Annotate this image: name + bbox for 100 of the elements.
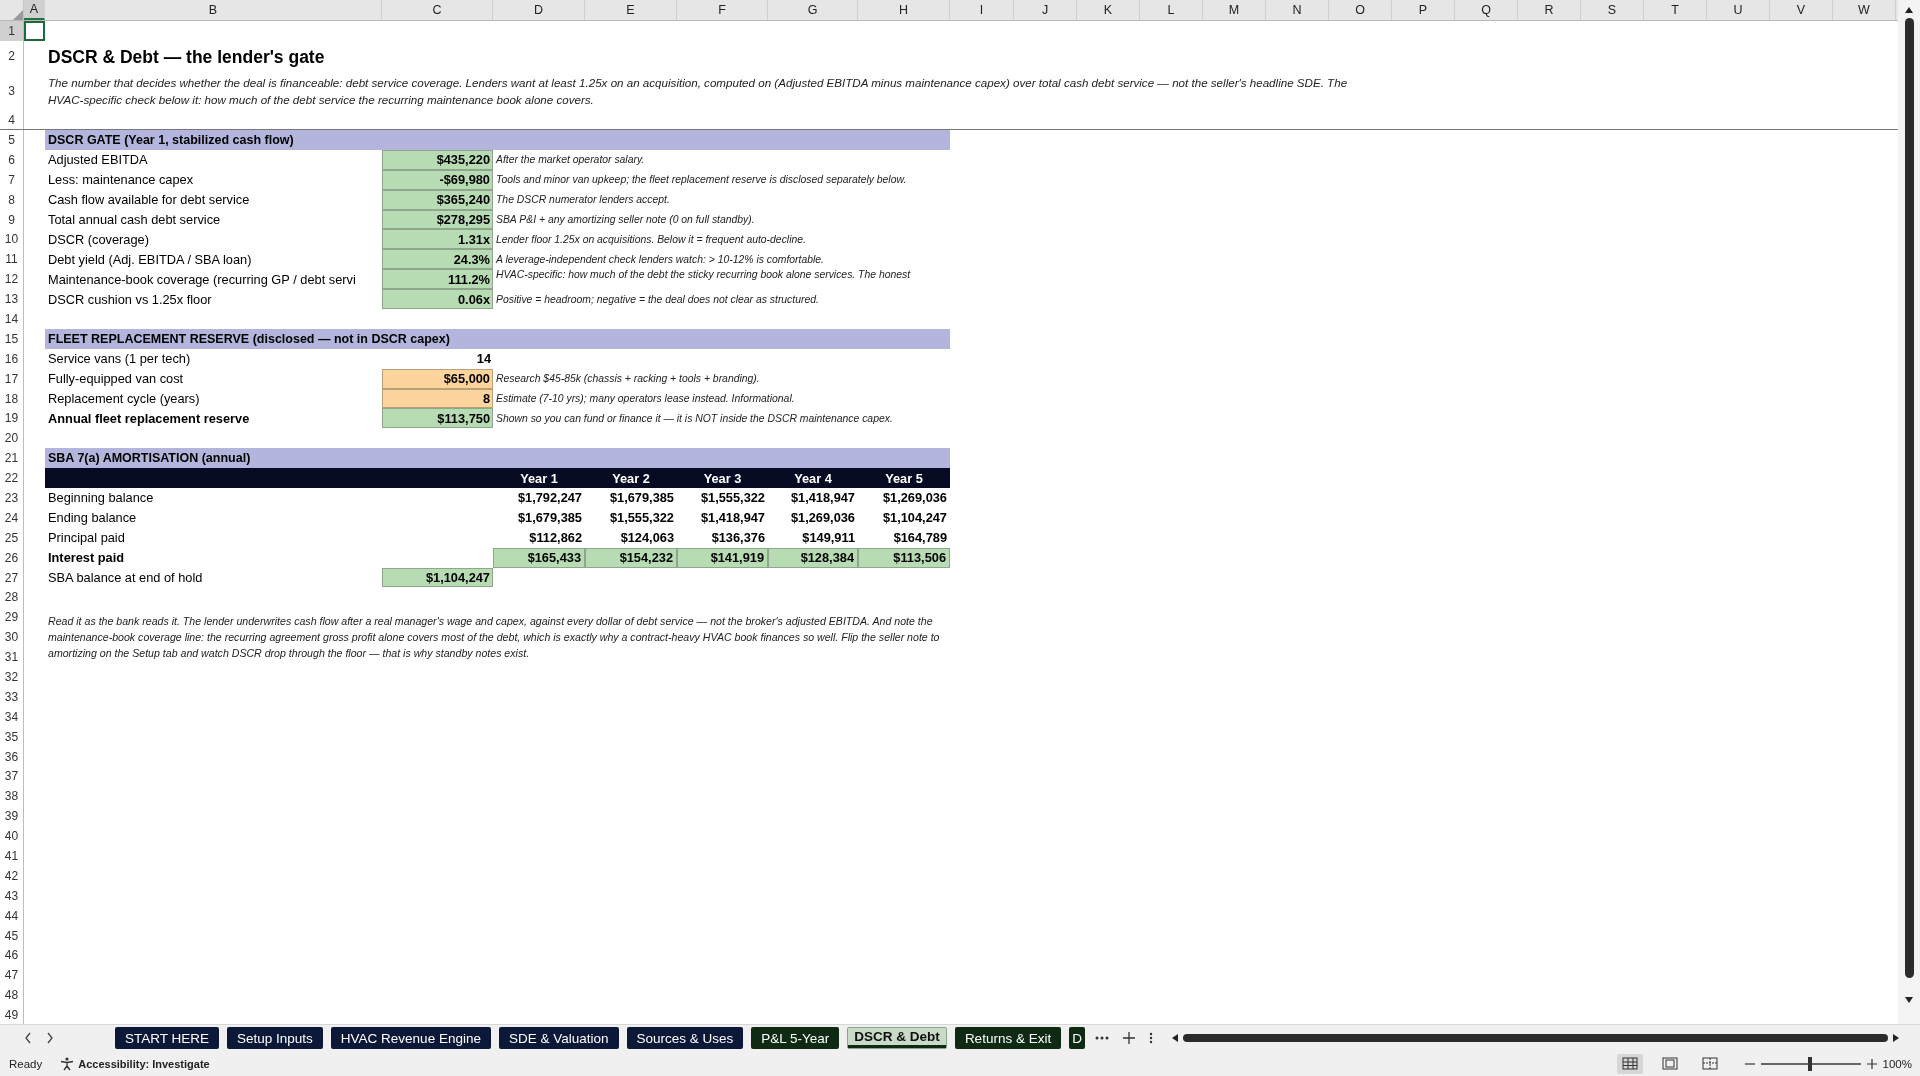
amount-cell: $113,506: [858, 547, 950, 568]
up-arrow-icon[interactable]: [1904, 6, 1914, 14]
note-text: SBA P&I + any amortizing seller note (0 on full standby).: [495, 214, 755, 225]
column-header[interactable]: K: [1077, 0, 1140, 20]
amount-cell-text: $1,679,385: [516, 509, 583, 528]
column-header[interactable]: R: [1518, 0, 1581, 20]
closing-note: Read it as the bank reads it. The lender underwrites cash flow after a real manager's wage and capex, against every dollar of debt service — not the broker's adjusted EBITDA. And note the maintenance-book coverage line: the recurring agreement gross profit alone covers most of the debt, which is exactly why a contract-heavy HVAC book finances so well. Flip the seller note to amortizing on the Setup tab and watch DSCR drop through the floor — that is why standby notes exist.: [47, 614, 941, 662]
note-text: Shown so you can fund or finance it — it is NOT inside the DSCR maintenance capex.: [495, 412, 893, 424]
amount-cell-text: $112,862: [528, 529, 583, 548]
sheet-tab[interactable]: START HERE: [115, 1027, 220, 1049]
add-sheet-icon[interactable]: [1122, 1032, 1135, 1044]
value-cell: $65,000: [382, 368, 493, 389]
row-label: Principal paid: [48, 530, 125, 546]
section-header: SBA 7(a) AMORTISATION (annual): [45, 448, 950, 469]
sheet-tab[interactable]: DSCR & Debt: [847, 1027, 947, 1049]
left-arrow-icon[interactable]: [1170, 1033, 1179, 1043]
amount-cell: $128,384: [768, 547, 858, 568]
amount-cell-text: $1,269,036: [789, 509, 856, 528]
column-heading: Year 2: [611, 470, 651, 486]
column-header[interactable]: V: [1770, 0, 1833, 20]
slider-thumb[interactable]: [1807, 1056, 1812, 1071]
note-text: After the market operator salary.: [494, 154, 645, 166]
column-header[interactable]: Q: [1455, 0, 1518, 20]
sheet-title: DSCR & Debt — the lender's gate: [47, 47, 325, 69]
plus-icon[interactable]: [1866, 1058, 1877, 1069]
status-text: Ready: [9, 1057, 43, 1070]
chevron-right-icon[interactable]: [46, 1032, 54, 1044]
column-header[interactable]: U: [1707, 0, 1770, 20]
selected-cell[interactable]: [24, 21, 45, 41]
column-header[interactable]: B: [45, 0, 382, 20]
column-header[interactable]: E: [585, 0, 677, 20]
right-arrow-icon[interactable]: [1892, 1033, 1900, 1043]
sheet-tab[interactable]: Setup Inputs: [227, 1027, 323, 1049]
value-cell: 0.06x: [382, 289, 493, 309]
sheet-tab[interactable]: P&L 5-Year: [751, 1027, 840, 1049]
value-cell: 8: [382, 388, 493, 409]
sheet-tab[interactable]: Sources & Uses: [626, 1027, 744, 1049]
column-header[interactable]: A: [24, 0, 45, 20]
column-header[interactable]: P: [1392, 0, 1455, 20]
down-arrow-icon[interactable]: [1904, 996, 1914, 1004]
sheet-tab[interactable]: D: [1069, 1027, 1085, 1049]
row-label: Annual fleet replacement reserve: [48, 410, 250, 426]
more-icon[interactable]: [1094, 1036, 1109, 1040]
amount-cell-text: $1,555,322: [699, 489, 766, 508]
column-heading: Year 4: [793, 470, 833, 486]
row-label: Debt yield (Adj. EBITDA / SBA loan): [48, 251, 252, 267]
zoom-level[interactable]: 100%: [1882, 1057, 1912, 1070]
row-header[interactable]: 1: [0, 21, 24, 41]
amount-cell-text: $1,679,385: [608, 489, 675, 508]
sheet-tab[interactable]: SDE & Valuation: [498, 1027, 619, 1049]
column-header[interactable]: M: [1203, 0, 1266, 20]
note-text: A leverage-independent check lenders watch: > 10-12% is comfortable.: [494, 253, 824, 265]
value-cell: $435,220: [382, 149, 493, 170]
row-label: Replacement cycle (years): [48, 391, 200, 406]
amount-cell-text: $164,789: [892, 529, 948, 548]
amount-cell-text: $136,376: [710, 529, 766, 548]
value-cell: 111.2%: [382, 269, 493, 290]
section-header: FLEET REPLACEMENT RESERVE (disclosed — not in DSCR capex): [45, 328, 950, 349]
column-header[interactable]: C: [382, 0, 493, 20]
row-label: DSCR cushion vs 1.25x floor: [48, 291, 212, 307]
accessibility-icon[interactable]: [60, 1056, 75, 1071]
sheet-tab[interactable]: Returns & Exit: [954, 1027, 1062, 1049]
column-header[interactable]: H: [858, 0, 950, 20]
value-cell: -$69,980: [382, 169, 493, 190]
column-header[interactable]: L: [1140, 0, 1203, 20]
row-label: Less: maintenance capex: [48, 172, 194, 188]
column-header[interactable]: I: [950, 0, 1014, 20]
row-label: Interest paid: [48, 550, 125, 566]
view-button[interactable]: [1616, 1053, 1643, 1074]
accessibility-status[interactable]: Accessibility: Investigate: [78, 1057, 210, 1070]
note-text: Research $45-85k (chassis + racking + tools + branding).: [495, 373, 760, 385]
value-cell: 1.31x: [382, 229, 493, 250]
column-header[interactable]: D: [493, 0, 585, 20]
amount-cell: $165,433: [493, 547, 585, 568]
column-header[interactable]: F: [677, 0, 768, 20]
section-header: DSCR GATE (Year 1, stabilized cash flow): [45, 130, 950, 150]
amount-cell-text: $1,555,322: [608, 509, 675, 528]
value-cell-text: 14: [475, 350, 492, 369]
column-header[interactable]: J: [1014, 0, 1077, 20]
amount-cell-text: $1,104,247: [881, 509, 948, 528]
column-header[interactable]: N: [1266, 0, 1329, 20]
scrollbar-thumb[interactable]: [1182, 1034, 1888, 1042]
column-header[interactable]: O: [1329, 0, 1392, 20]
row-label: Maintenance-book coverage (recurring GP / debt servi: [48, 271, 356, 287]
amount-cell-text: $1,792,247: [516, 489, 583, 508]
scrollbar-thumb[interactable]: [1904, 18, 1914, 978]
column-header[interactable]: T: [1644, 0, 1707, 20]
description-text: The number that decides whether the deal is financeable: debt service coverage. Lenders want at least 1.25x on an acquisition, computed on (Adjusted EBITDA minus maintenance capex) over total cash debt service — not the seller's headline SDE. The HVAC-specific check below it: how much of the debt service the recurring maintenance book alone covers.: [47, 74, 1348, 108]
chevron-left-icon[interactable]: [24, 1032, 32, 1044]
column-heading: Year 5: [884, 470, 924, 486]
column-header[interactable]: W: [1833, 0, 1896, 20]
sheet-tab[interactable]: HVAC Revenue Engine: [330, 1027, 491, 1049]
note-text: Lender floor 1.25x on acquisitions. Below it = frequent auto-decline.: [495, 233, 806, 245]
column-header[interactable]: S: [1581, 0, 1644, 20]
row-label: Beginning balance: [48, 490, 154, 506]
vertical-dots-icon[interactable]: [1148, 1032, 1153, 1044]
note-text: HVAC-specific: how much of the debt the sticky recurring book alone services. The honest: [495, 269, 911, 281]
row-label: Total annual cash debt service: [48, 212, 221, 227]
note-text: Positive = headroom; negative = the deal does not clear as structured.: [495, 293, 819, 305]
column-header[interactable]: G: [768, 0, 858, 20]
